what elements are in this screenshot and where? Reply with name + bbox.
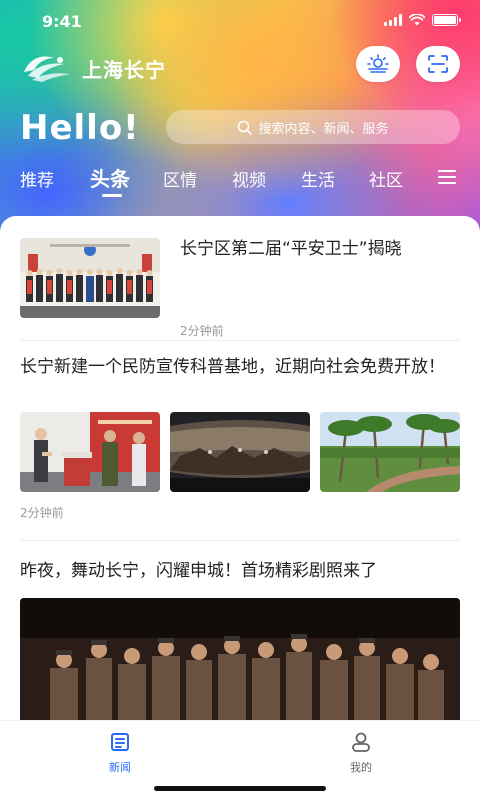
tab-video[interactable]: 视频 xyxy=(232,166,266,191)
news-feed: 长宁区第二届“平安卫士”揭晓 2分钟前 长宁新建一个民防宣传科普基地，近期向社会… xyxy=(0,216,480,720)
nav-news-label: 新闻 xyxy=(109,761,131,774)
news-item[interactable]: 昨夜，舞动长宁，闪耀申城！首场精彩剧照来了 xyxy=(20,558,460,720)
news-title: 长宁新建一个民防宣传科普基地，近期向社会免费开放！ xyxy=(20,357,445,377)
weather-icon xyxy=(367,54,389,73)
tab-headlines[interactable]: 头条 xyxy=(90,163,130,192)
divider xyxy=(20,540,460,541)
tab-menu-icon[interactable] xyxy=(438,170,456,188)
news-image xyxy=(20,598,460,720)
tab-district[interactable]: 区情 xyxy=(163,166,197,191)
news-thumbnail xyxy=(20,412,160,492)
status-icons xyxy=(384,14,461,26)
tab-recommend[interactable]: 推荐 xyxy=(20,166,54,191)
scan-button[interactable] xyxy=(416,46,460,82)
search-bar[interactable]: 搜索内容、新闻、服务 xyxy=(166,110,460,144)
news-thumbnail xyxy=(170,412,310,492)
news-item[interactable]: 长宁新建一个民防宣传科普基地，近期向社会免费开放！ 2分钟前 xyxy=(20,354,460,524)
brand: 上海长宁 xyxy=(20,52,166,84)
wifi-icon xyxy=(409,14,425,26)
news-item[interactable]: 长宁区第二届“平安卫士”揭晓 2分钟前 xyxy=(20,236,460,338)
status-time: 9:41 xyxy=(42,12,82,31)
brand-name: 上海长宁 xyxy=(82,57,166,82)
news-time: 2分钟前 xyxy=(20,506,64,520)
news-icon xyxy=(111,733,129,751)
home-indicator xyxy=(154,786,326,791)
news-time: 2分钟前 xyxy=(180,324,224,338)
tab-life[interactable]: 生活 xyxy=(301,166,335,191)
search-icon xyxy=(238,120,253,135)
news-title: 昨夜，舞动长宁，闪耀申城！首场精彩剧照来了 xyxy=(20,561,377,581)
status-bar: 9:41 xyxy=(0,0,480,44)
weather-button[interactable] xyxy=(356,46,400,82)
category-tabs: 推荐 头条 区情 视频 生活 社区 xyxy=(0,166,480,206)
scan-icon xyxy=(428,55,448,73)
news-title: 长宁区第二届“平安卫士”揭晓 xyxy=(180,239,402,259)
nav-profile[interactable]: 我的 xyxy=(331,731,391,775)
news-thumbnail xyxy=(20,238,160,318)
divider xyxy=(20,340,460,341)
changning-logo-icon xyxy=(24,56,70,82)
nav-profile-label: 我的 xyxy=(350,761,372,774)
battery-level xyxy=(434,16,456,24)
tab-community[interactable]: 社区 xyxy=(369,166,403,191)
news-thumbnail xyxy=(320,412,460,492)
search-placeholder: 搜索内容、新闻、服务 xyxy=(258,121,389,137)
active-tab-indicator xyxy=(102,194,122,197)
nav-news[interactable]: 新闻 xyxy=(90,731,150,775)
battery-icon xyxy=(432,14,461,26)
user-icon xyxy=(352,732,370,752)
greeting: Hello! xyxy=(20,108,140,148)
cellular-signal-icon xyxy=(384,14,402,26)
